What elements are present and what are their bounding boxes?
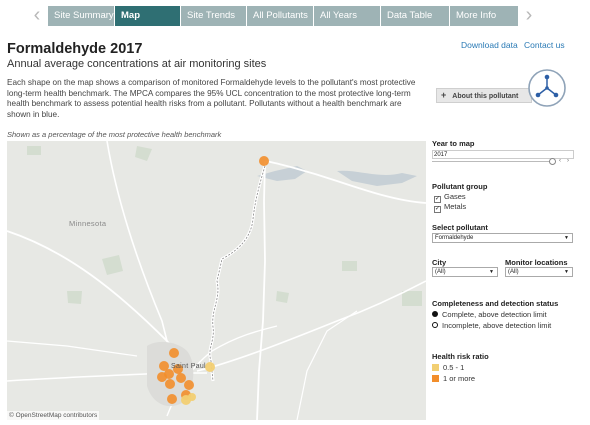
park-shape [402,291,422,306]
legend-incomplete: Incomplete, above detection limit [432,321,551,330]
map-label-saint-paul: Saint Paul [171,363,206,370]
park-shape [342,261,357,271]
about-pollutant-label: About this pollutant [452,93,519,100]
park-shape [135,146,152,161]
metals-label: Metals [444,202,467,211]
tab-all-pollutants[interactable]: All Pollutants [247,6,313,26]
mpca-logo-icon [528,69,566,107]
page-title: Formaldehyde 2017 [7,41,143,57]
checkbox-icon[interactable]: ✓ [434,206,441,213]
park-shape [27,146,41,155]
page-subtitle: Annual average concentrations at air mon… [7,58,267,70]
map-label-minnesota: Minnesota [69,219,107,228]
map-basemap [7,141,426,420]
tab-site-summary[interactable]: Site Summary [48,6,114,26]
contact-us-link[interactable]: Contact us [524,40,565,50]
legend-incomplete-label: Incomplete, above detection limit [442,321,552,330]
pollutant-group-label: Pollutant group [432,182,488,191]
metals-checkbox-row[interactable]: ✓ Metals [434,202,466,213]
gases-label: Gases [444,192,466,201]
year-next-icon[interactable]: › [567,158,569,164]
year-prev-icon[interactable]: ‹ [559,158,561,164]
legend-complete-label: Complete, above detection limit [442,310,547,319]
monitor-site-marker [165,379,175,389]
monitor-site-marker [184,380,194,390]
download-data-link[interactable]: Download data [461,40,518,50]
year-slider[interactable] [432,161,554,162]
park-shape [67,291,82,304]
plus-icon: + [441,90,447,100]
tab-more-info[interactable]: More Info [450,6,518,26]
complete-dot-icon [432,311,438,317]
park-shape [276,291,289,303]
legend-risk-low-label: 0.5 - 1 [443,363,465,372]
incomplete-dot-icon [432,322,438,328]
monitor-site-marker [205,362,215,372]
pollutant-select[interactable]: Formaldehyde ▼ [432,233,573,243]
chevron-right-icon[interactable]: › [520,4,538,26]
park-shape [102,255,123,275]
description-text: Each shape on the map shows a comparison… [7,78,416,119]
lake-shape [337,170,417,186]
dropdown-arrow-icon: ▼ [564,235,569,241]
monitor-select[interactable]: (All) ▼ [505,267,573,277]
pollutant-select-value: Formaldehyde [435,235,474,241]
legend-complete: Complete, above detection limit [432,310,547,319]
monitor-site-marker [169,348,179,358]
tab-site-trends[interactable]: Site Trends [181,6,246,26]
select-pollutant-label: Select pollutant [432,223,488,232]
monitor-site-marker [188,393,196,401]
monitor-site-marker [259,156,269,166]
chevron-left-icon[interactable]: ‹ [28,4,46,26]
map-caption: Shown as a percentage of the most protec… [7,130,222,139]
year-to-map-label: Year to map [432,139,475,148]
city-select[interactable]: (All) ▼ [432,267,498,277]
monitor-site-marker [176,373,186,383]
risk-swatch-low [432,364,439,371]
about-pollutant-button[interactable]: + About this pollutant [436,88,532,103]
health-risk-ratio-label: Health risk ratio [432,352,489,361]
legend-risk-high: 1 or more [432,374,475,383]
year-slider-handle[interactable] [549,158,556,165]
completeness-label: Completeness and detection status [432,299,559,308]
tab-bar: ‹ Site Summary Map Site Trends All Pollu… [0,0,590,30]
monitor-select-value: (All) [508,269,519,275]
city-label: City [432,258,447,267]
monitor-site-marker [167,394,177,404]
air-monitoring-map[interactable]: Minnesota Saint Paul © OpenStreetMap con… [7,141,426,420]
tab-data-table[interactable]: Data Table [381,6,449,26]
map-attribution: © OpenStreetMap contributors [7,411,100,420]
tab-all-years[interactable]: All Years [314,6,380,26]
city-select-value: (All) [435,269,446,275]
dropdown-arrow-icon: ▼ [489,269,494,275]
risk-swatch-high [432,375,439,382]
dropdown-arrow-icon: ▼ [564,269,569,275]
legend-risk-low: 0.5 - 1 [432,363,464,372]
tab-map[interactable]: Map [115,6,180,26]
monitor-site-marker [157,372,167,382]
monitor-locations-label: Monitor locations [505,258,568,267]
legend-risk-high-label: 1 or more [443,374,476,383]
